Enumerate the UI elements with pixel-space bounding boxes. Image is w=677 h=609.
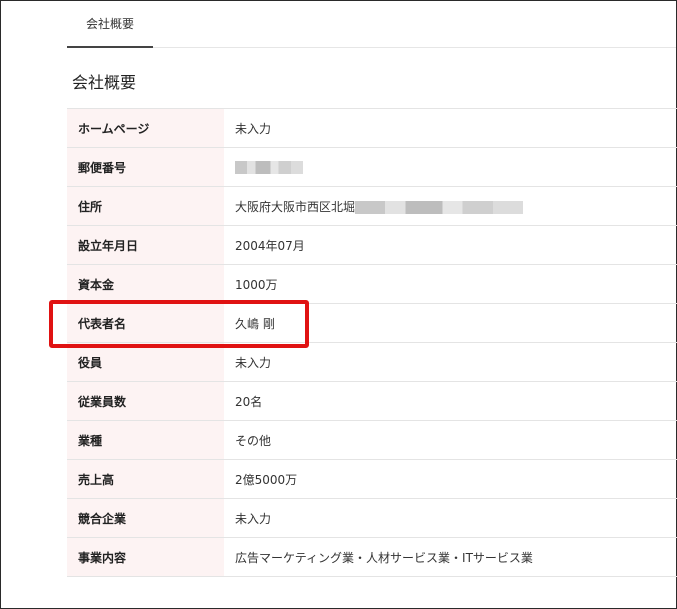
tab-bar: 会社概要 bbox=[67, 1, 676, 48]
screenshot-frame: 会社概要 会社概要 ホームページ 未入力 郵便番号 住所 大阪府大阪市西区北堀 bbox=[0, 0, 677, 609]
row-value: 2億5000万 bbox=[224, 459, 677, 499]
row-label: 競合企業 bbox=[67, 498, 224, 538]
row-value: 大阪府大阪市西区北堀 bbox=[224, 186, 677, 226]
table-row-homepage: ホームページ 未入力 bbox=[67, 108, 677, 148]
table-row-representative: 代表者名 久嶋 剛 bbox=[67, 303, 677, 343]
table-row-established: 設立年月日 2004年07月 bbox=[67, 225, 677, 265]
row-label: 業種 bbox=[67, 420, 224, 460]
table-row-address: 住所 大阪府大阪市西区北堀 bbox=[67, 186, 677, 226]
table-row-postal-code: 郵便番号 bbox=[67, 147, 677, 187]
row-value: 20名 bbox=[224, 381, 677, 421]
table-row-business: 事業内容 広告マーケティング業・人材サービス業・ITサービス業 bbox=[67, 537, 677, 577]
row-value: 未入力 bbox=[224, 342, 677, 382]
table-row-employees: 従業員数 20名 bbox=[67, 381, 677, 421]
row-label: 郵便番号 bbox=[67, 147, 224, 187]
table-row-sales: 売上高 2億5000万 bbox=[67, 459, 677, 499]
address-text: 大阪府大阪市西区北堀 bbox=[235, 199, 356, 214]
row-value bbox=[224, 147, 677, 187]
table-row-industry: 業種 その他 bbox=[67, 420, 677, 460]
redacted-postal-code bbox=[235, 161, 303, 174]
row-label: 売上高 bbox=[67, 459, 224, 499]
row-label: 設立年月日 bbox=[67, 225, 224, 265]
table-row-competitors: 競合企業 未入力 bbox=[67, 498, 677, 538]
row-label: 事業内容 bbox=[67, 537, 224, 577]
redacted-address bbox=[355, 200, 524, 214]
row-value: 未入力 bbox=[224, 498, 677, 538]
tab-company-overview[interactable]: 会社概要 bbox=[67, 1, 153, 48]
row-value: 1000万 bbox=[224, 264, 677, 304]
row-value: 久嶋 剛 bbox=[224, 303, 677, 343]
row-label: 資本金 bbox=[67, 264, 224, 304]
row-label: 住所 bbox=[67, 186, 224, 226]
row-value: その他 bbox=[224, 420, 677, 460]
table-row-officers: 役員 未入力 bbox=[67, 342, 677, 382]
row-label: 従業員数 bbox=[67, 381, 224, 421]
company-info-table: ホームページ 未入力 郵便番号 住所 大阪府大阪市西区北堀 設立年月日 2004… bbox=[67, 108, 677, 577]
row-value: 2004年07月 bbox=[224, 225, 677, 265]
row-value: 未入力 bbox=[224, 108, 677, 148]
table-row-capital: 資本金 1000万 bbox=[67, 264, 677, 304]
row-value: 広告マーケティング業・人材サービス業・ITサービス業 bbox=[224, 537, 677, 577]
section-title: 会社概要 bbox=[72, 73, 137, 92]
row-label: 代表者名 bbox=[67, 303, 224, 343]
row-label: 役員 bbox=[67, 342, 224, 382]
row-label: ホームページ bbox=[67, 108, 224, 148]
